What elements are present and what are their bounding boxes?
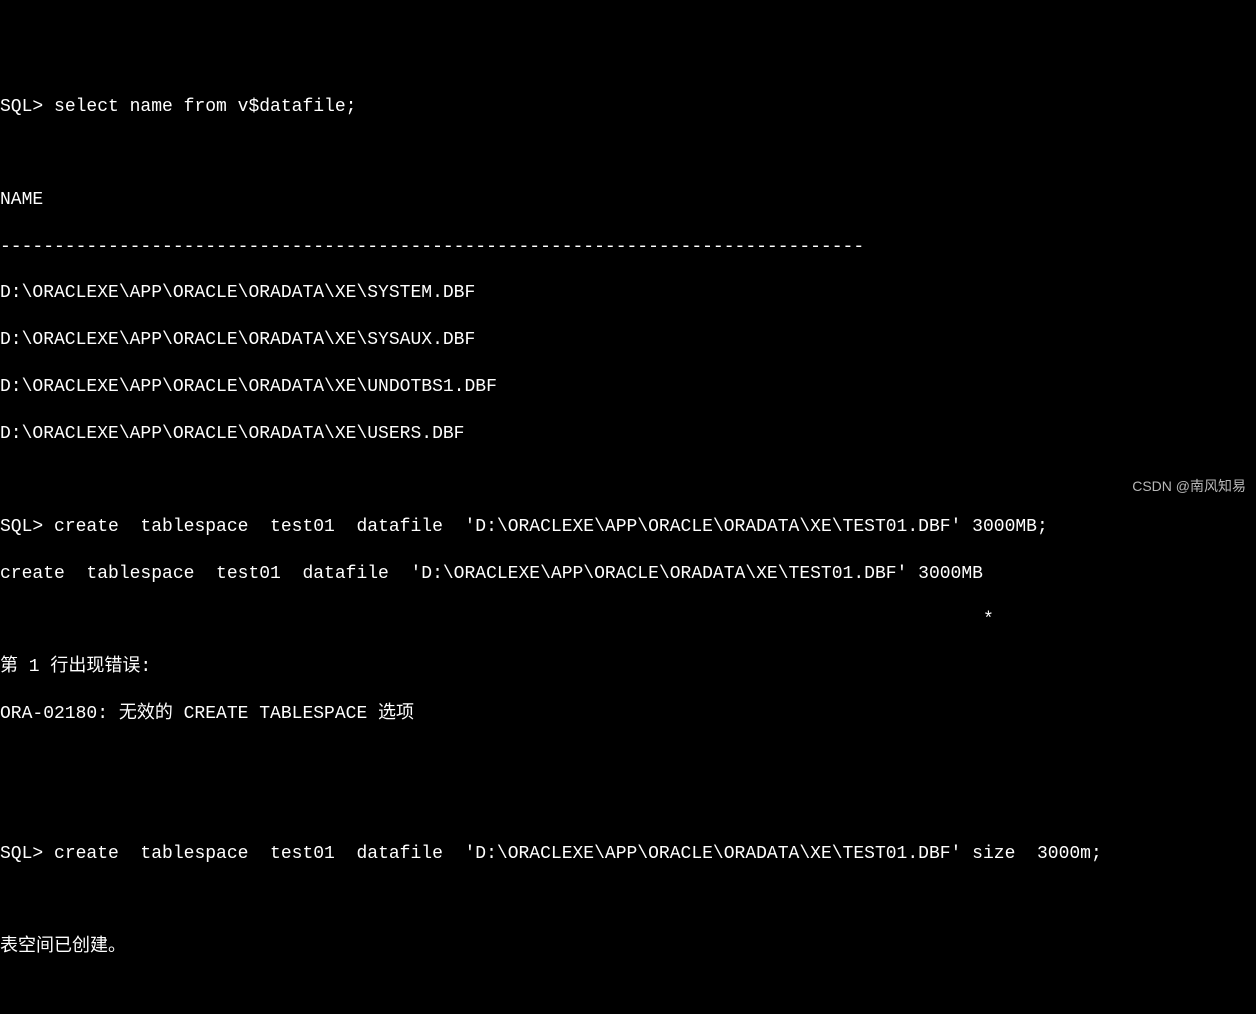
error-code-line: ORA-02180: 无效的 CREATE TABLESPACE 选项 [0, 703, 1256, 726]
sql-echo-line: create tablespace test01 datafile 'D:\OR… [0, 563, 1256, 586]
error-line: 第 1 行出现错误: [0, 656, 1256, 679]
result-row: D:\ORACLEXE\APP\ORACLE\ORADATA\XE\USERS.… [0, 423, 1256, 446]
result-row: D:\ORACLEXE\APP\ORACLE\ORADATA\XE\UNDOTB… [0, 376, 1256, 399]
success-message: 表空间已创建。 [0, 936, 1256, 959]
sql-prompt: SQL> [0, 844, 54, 864]
result-row: D:\ORACLEXE\APP\ORACLE\ORADATA\XE\SYSAUX… [0, 329, 1256, 352]
column-header: NAME [0, 189, 1256, 212]
blank-line [0, 889, 1256, 912]
error-marker: * [0, 609, 1256, 632]
blank-line [0, 796, 1256, 819]
sql-prompt: SQL> [0, 517, 54, 537]
sql-command-line: SQL> create tablespace test01 datafile '… [0, 843, 1256, 866]
divider-line: ----------------------------------------… [0, 236, 1256, 259]
watermark: CSDN @南风知易 [1132, 477, 1246, 495]
sql-command: create tablespace test01 datafile 'D:\OR… [54, 517, 1048, 537]
blank-line [0, 982, 1256, 1005]
sql-command-line: SQL> select name from v$datafile; [0, 96, 1256, 119]
blank-line [0, 469, 1256, 492]
sql-command-line: SQL> create tablespace test01 datafile '… [0, 516, 1256, 539]
blank-line [0, 750, 1256, 773]
sql-command: select name from v$datafile; [54, 97, 356, 117]
sql-command: create tablespace test01 datafile 'D:\OR… [54, 844, 1102, 864]
sql-prompt: SQL> [0, 97, 54, 117]
blank-line [0, 142, 1256, 165]
result-row: D:\ORACLEXE\APP\ORACLE\ORADATA\XE\SYSTEM… [0, 282, 1256, 305]
